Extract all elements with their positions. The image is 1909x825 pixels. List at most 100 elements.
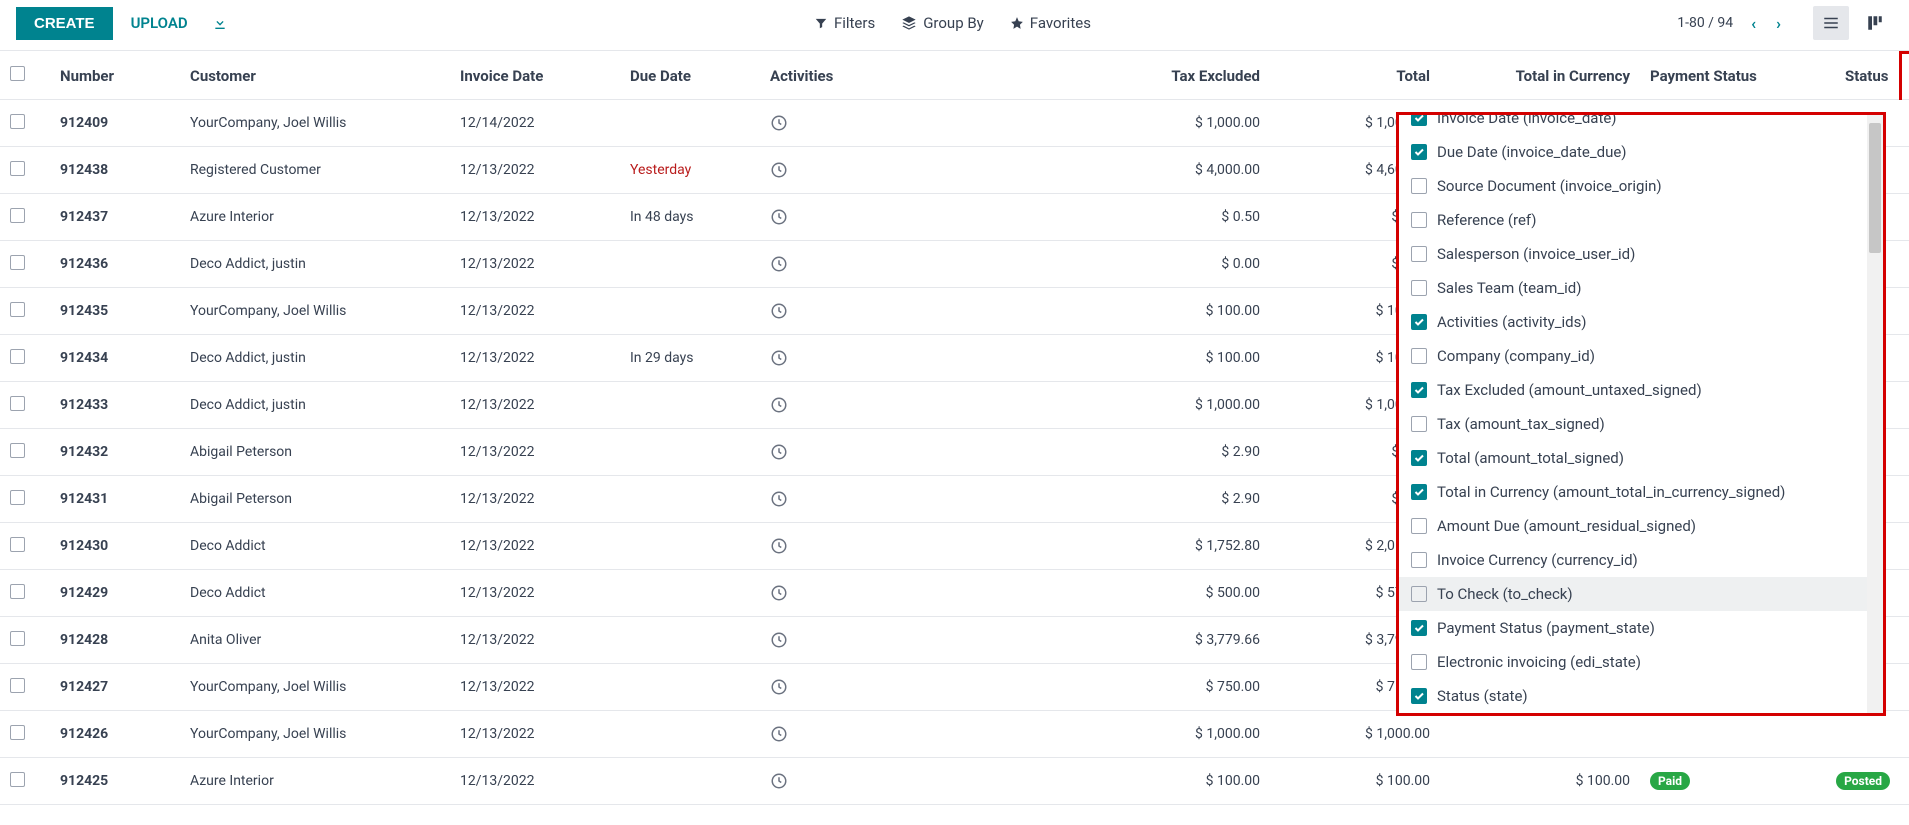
filters-button[interactable]: Filters <box>814 14 875 32</box>
row-checkbox[interactable] <box>10 349 25 364</box>
cell-number: 912430 <box>50 523 180 570</box>
column-option-checkbox[interactable] <box>1411 280 1427 296</box>
cell-customer: Azure Interior <box>180 194 450 241</box>
col-activities[interactable]: Activities <box>760 53 1040 100</box>
pager-text[interactable]: 1-80 / 94 <box>1677 15 1733 31</box>
row-checkbox[interactable] <box>10 396 25 411</box>
col-number[interactable]: Number <box>50 53 180 100</box>
column-option[interactable]: Invoice Date (invoice_date) <box>1399 115 1883 135</box>
cell-activities[interactable] <box>760 570 1040 617</box>
column-option-checkbox[interactable] <box>1411 586 1427 602</box>
column-option[interactable]: Company (company_id) <box>1399 339 1883 373</box>
column-option-checkbox[interactable] <box>1411 518 1427 534</box>
col-payment-status[interactable]: Payment Status <box>1640 53 1770 100</box>
column-option-checkbox[interactable] <box>1411 654 1427 670</box>
column-option[interactable]: Invoice Currency (currency_id) <box>1399 543 1883 577</box>
col-due-date[interactable]: Due Date <box>620 53 760 100</box>
table-row[interactable]: 912426YourCompany, Joel Willis12/13/2022… <box>0 711 1909 758</box>
cell-tax-excluded: $ 100.00 <box>1040 335 1270 382</box>
column-option-checkbox[interactable] <box>1411 416 1427 432</box>
column-option-checkbox[interactable] <box>1411 620 1427 636</box>
col-total[interactable]: Total <box>1270 53 1440 100</box>
column-option-checkbox[interactable] <box>1411 246 1427 262</box>
column-option-checkbox[interactable] <box>1411 212 1427 228</box>
column-option[interactable]: Electronic invoicing (edi_state) <box>1399 645 1883 679</box>
column-option-checkbox[interactable] <box>1411 144 1427 160</box>
cell-activities[interactable] <box>760 617 1040 664</box>
cell-activities[interactable] <box>760 476 1040 523</box>
col-customer[interactable]: Customer <box>180 53 450 100</box>
column-option[interactable]: Amount Due (amount_residual_signed) <box>1399 509 1883 543</box>
star-icon <box>1010 16 1024 30</box>
col-invoice-date[interactable]: Invoice Date <box>450 53 620 100</box>
row-checkbox[interactable] <box>10 114 25 129</box>
cell-activities[interactable] <box>760 288 1040 335</box>
row-checkbox[interactable] <box>10 631 25 646</box>
column-option-checkbox[interactable] <box>1411 382 1427 398</box>
cell-activities[interactable] <box>760 711 1040 758</box>
cell-activities[interactable] <box>760 147 1040 194</box>
row-checkbox[interactable] <box>10 537 25 552</box>
column-option[interactable]: Reference (ref) <box>1399 203 1883 237</box>
favorites-button[interactable]: Favorites <box>1010 14 1091 32</box>
column-option[interactable]: Total (amount_total_signed) <box>1399 441 1883 475</box>
column-option-checkbox[interactable] <box>1411 348 1427 364</box>
cell-activities[interactable] <box>760 335 1040 382</box>
groupby-button[interactable]: Group By <box>901 14 984 32</box>
column-option-checkbox[interactable] <box>1411 314 1427 330</box>
row-checkbox[interactable] <box>10 255 25 270</box>
cell-activities[interactable] <box>760 194 1040 241</box>
cell-activities[interactable] <box>760 382 1040 429</box>
cell-spacer <box>1900 711 1909 758</box>
column-option[interactable]: Status (state) <box>1399 679 1883 713</box>
column-option[interactable]: Tax (amount_tax_signed) <box>1399 407 1883 441</box>
col-status[interactable]: Status <box>1770 53 1900 100</box>
download-icon[interactable] <box>212 15 228 31</box>
panel-scrollbar-thumb[interactable] <box>1869 123 1881 253</box>
col-tax-excluded[interactable]: Tax Excluded <box>1040 53 1270 100</box>
cell-activities[interactable] <box>760 523 1040 570</box>
column-option-checkbox[interactable] <box>1411 688 1427 704</box>
column-option[interactable]: Due Date (invoice_date_due) <box>1399 135 1883 169</box>
cell-activities[interactable] <box>760 758 1040 805</box>
column-option-checkbox[interactable] <box>1411 484 1427 500</box>
select-all-checkbox[interactable] <box>10 66 25 81</box>
column-option[interactable]: Salesperson (invoice_user_id) <box>1399 237 1883 271</box>
cell-number: 912435 <box>50 288 180 335</box>
row-checkbox[interactable] <box>10 161 25 176</box>
row-checkbox[interactable] <box>10 208 25 223</box>
column-option-checkbox[interactable] <box>1411 115 1427 126</box>
upload-button[interactable]: UPLOAD <box>131 14 188 32</box>
pager-next-button[interactable]: › <box>1770 10 1787 37</box>
panel-scrollbar[interactable] <box>1867 115 1883 713</box>
column-option[interactable]: Source Document (invoice_origin) <box>1399 169 1883 203</box>
row-checkbox[interactable] <box>10 584 25 599</box>
cell-activities[interactable] <box>760 100 1040 147</box>
row-checkbox[interactable] <box>10 678 25 693</box>
kanban-view-button[interactable] <box>1857 6 1893 40</box>
cell-activities[interactable] <box>760 429 1040 476</box>
column-option-checkbox[interactable] <box>1411 178 1427 194</box>
column-option[interactable]: Total in Currency (amount_total_in_curre… <box>1399 475 1883 509</box>
cell-activities[interactable] <box>760 664 1040 711</box>
create-button[interactable]: CREATE <box>16 7 113 40</box>
column-option[interactable]: To Check (to_check) <box>1399 577 1883 611</box>
column-option[interactable]: Sales Team (team_id) <box>1399 271 1883 305</box>
cell-activities[interactable] <box>760 241 1040 288</box>
col-total-in-currency[interactable]: Total in Currency <box>1440 53 1640 100</box>
row-checkbox[interactable] <box>10 490 25 505</box>
row-checkbox[interactable] <box>10 772 25 787</box>
table-row[interactable]: 912425Azure Interior12/13/2022$ 100.00$ … <box>0 758 1909 805</box>
pager-prev-button[interactable]: ‹ <box>1745 10 1762 37</box>
column-option-checkbox[interactable] <box>1411 450 1427 466</box>
list-view-button[interactable] <box>1813 6 1849 40</box>
row-checkbox[interactable] <box>10 443 25 458</box>
column-option-checkbox[interactable] <box>1411 552 1427 568</box>
cell-due-date <box>620 711 760 758</box>
column-option[interactable]: Payment Status (payment_state) <box>1399 611 1883 645</box>
optional-columns-button[interactable] <box>1900 53 1909 100</box>
column-option[interactable]: Tax Excluded (amount_untaxed_signed) <box>1399 373 1883 407</box>
row-checkbox[interactable] <box>10 725 25 740</box>
column-option[interactable]: Activities (activity_ids) <box>1399 305 1883 339</box>
row-checkbox[interactable] <box>10 302 25 317</box>
